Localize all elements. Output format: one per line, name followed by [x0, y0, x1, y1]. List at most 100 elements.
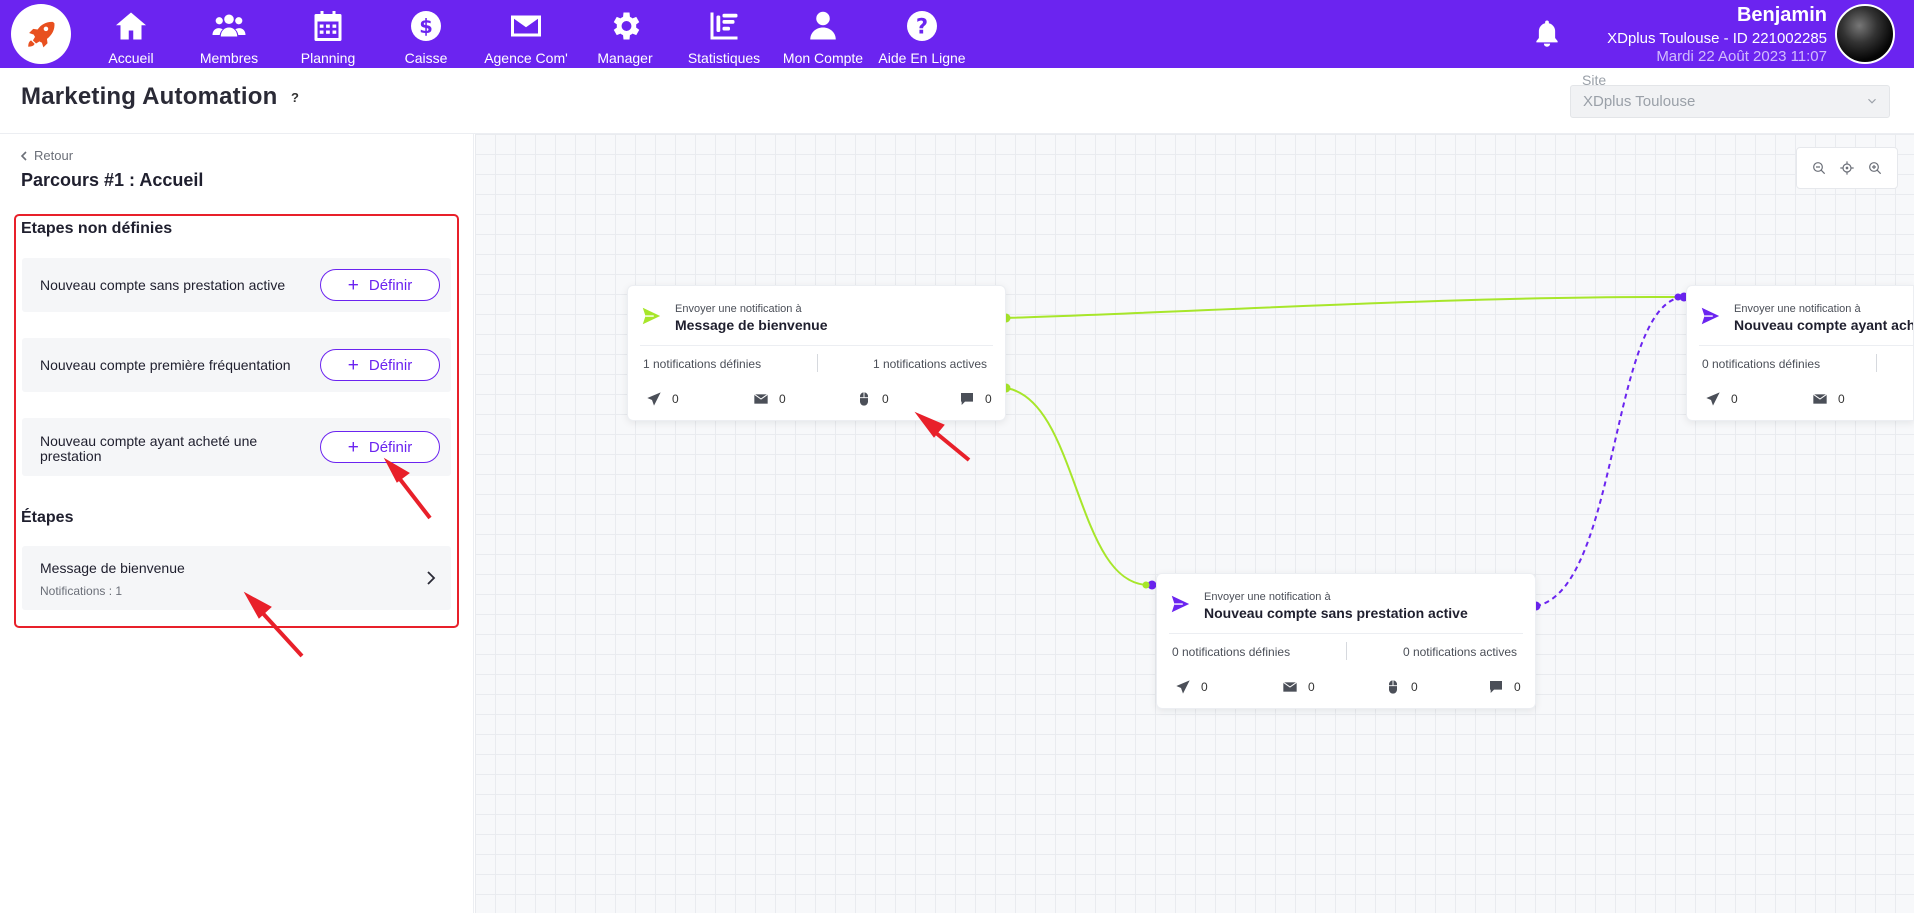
nav-label: Statistiques	[687, 50, 761, 66]
step-label: Message de bienvenue	[40, 560, 185, 576]
undefined-step-row: Nouveau compte première fréquentation + …	[22, 338, 451, 392]
users-icon	[212, 14, 246, 37]
calendar-icon	[314, 11, 342, 41]
back-link[interactable]: Retour	[20, 148, 73, 163]
help-icon[interactable]: ?	[291, 90, 299, 105]
paper-plane-icon	[647, 392, 661, 406]
stat-sent: 0	[1705, 391, 1738, 407]
mouse-icon	[1389, 680, 1397, 694]
undefined-step-label: Nouveau compte ayant acheté une prestati…	[40, 433, 258, 464]
define-button[interactable]: + Définir	[320, 269, 440, 301]
gear-icon	[613, 12, 640, 40]
home-icon	[116, 12, 146, 40]
nav-label: Planning	[300, 50, 356, 66]
nav-statistiques[interactable]: Statistiques	[675, 6, 773, 66]
site-select[interactable]: XDplus Toulouse	[1570, 85, 1890, 118]
node-vertical-divider	[1346, 642, 1347, 660]
stat-value: 0	[1308, 680, 1315, 694]
nav-label: Agence Com'	[484, 50, 568, 66]
nav-mon-compte[interactable]: Mon Compte	[774, 6, 872, 66]
nav-caisse[interactable]: $ Caisse	[377, 6, 475, 66]
user-icon	[810, 11, 836, 40]
send-icon	[1701, 307, 1720, 325]
avatar[interactable]	[1835, 4, 1895, 64]
dollar-icon: $	[411, 11, 441, 41]
node-action-label: Envoyer une notification à	[675, 303, 802, 315]
nav-manager[interactable]: Manager	[576, 6, 674, 66]
nav-agence-com[interactable]: Agence Com'	[477, 6, 575, 66]
workflow-node-nouveau-compte-ayant-achete[interactable]: Envoyer une notification à Nouveau compt…	[1686, 285, 1914, 421]
user-info: Benjamin XDplus Toulouse - ID 221002285 …	[1607, 3, 1827, 66]
undefined-step-label: Nouveau compte première fréquentation	[40, 357, 291, 373]
plus-icon: +	[347, 274, 359, 296]
step-row-message-de-bienvenue[interactable]: Message de bienvenue Notifications : 1	[22, 546, 451, 610]
stat-replies: 0	[1488, 679, 1521, 695]
node-active-count: 0 notifications actives	[1402, 645, 1517, 659]
node-defined-count: 0 notifications définies	[1172, 645, 1291, 659]
nav-membres[interactable]: Membres	[180, 6, 278, 66]
paper-plane-icon	[1706, 392, 1720, 406]
node-defined-count: 0 notifications définies	[1702, 357, 1821, 371]
send-icon	[642, 307, 661, 325]
stat-clicks: 0	[1385, 679, 1418, 695]
node-defined-count: 1 notifications définies	[643, 357, 762, 371]
question-icon: ?	[907, 11, 937, 41]
bell-icon[interactable]	[1532, 17, 1562, 49]
stat-sent: 0	[646, 391, 679, 407]
comment-icon	[1490, 681, 1502, 693]
workflow-node-nouveau-compte-sans-prestation[interactable]: Envoyer une notification à Nouveau compt…	[1156, 573, 1536, 709]
zoom-out-icon[interactable]	[1811, 160, 1827, 176]
define-button[interactable]: + Définir	[320, 349, 440, 381]
comment-icon	[961, 393, 973, 405]
chevron-down-icon	[1868, 98, 1876, 104]
mouse-icon	[860, 392, 868, 406]
stat-opened: 0	[1812, 391, 1845, 407]
envelope-icon	[511, 15, 541, 37]
nav-label: Accueil	[108, 50, 154, 66]
recenter-icon[interactable]	[1839, 160, 1855, 176]
steps-heading: Étapes	[21, 509, 74, 526]
page-header: Marketing Automation ? Site XDplus Toulo…	[0, 68, 1914, 134]
send-icon	[1171, 595, 1190, 613]
nav-label: Caisse	[404, 50, 448, 66]
plus-icon: +	[347, 354, 359, 376]
node-action-label: Envoyer une notification à	[1734, 303, 1861, 315]
node-title: Nouveau compte ayant acheté une prestati…	[1734, 317, 1914, 333]
stat-value: 0	[1201, 680, 1208, 694]
nav-aide-en-ligne[interactable]: ? Aide En Ligne	[873, 6, 971, 66]
user-date: Mardi 22 Août 2023 11:07	[1656, 48, 1827, 65]
workflow-node-message-de-bienvenue[interactable]: Envoyer une notification à Message de bi…	[627, 285, 1006, 421]
node-title: Nouveau compte sans prestation active	[1204, 605, 1468, 621]
parcours-title: Parcours #1 : Accueil	[21, 170, 204, 190]
chevron-left-icon	[20, 150, 27, 161]
chart-icon	[710, 12, 738, 40]
svg-text:?: ?	[916, 15, 928, 39]
zoom-in-icon[interactable]	[1867, 160, 1883, 176]
node-vertical-divider	[1876, 354, 1877, 372]
svg-text:$: $	[419, 15, 433, 38]
define-label: Définir	[368, 276, 413, 294]
nav-accueil[interactable]: Accueil	[82, 6, 180, 66]
stat-clicks: 0	[856, 391, 889, 407]
stat-value: 0	[882, 392, 889, 406]
node-divider	[1699, 345, 1913, 346]
undefined-steps-heading: Etapes non définies	[21, 220, 173, 237]
stat-value: 0	[1838, 392, 1845, 406]
node-action-label: Envoyer une notification à	[1204, 591, 1331, 603]
nav-planning[interactable]: Planning	[279, 6, 377, 66]
workflow-canvas[interactable]	[475, 134, 1914, 913]
mail-check-icon	[1813, 393, 1827, 404]
define-label: Définir	[368, 356, 413, 374]
stat-value: 0	[1514, 680, 1521, 694]
undefined-step-row: Nouveau compte sans prestation active + …	[22, 258, 451, 312]
define-button[interactable]: + Définir	[320, 431, 440, 463]
step-notifications-count: Notifications : 1	[40, 584, 123, 598]
rocket-logo-icon[interactable]	[11, 4, 71, 64]
mail-check-icon	[754, 393, 768, 404]
stat-value: 0	[1411, 680, 1418, 694]
nav-label: Membres	[199, 50, 259, 66]
nav-label: Mon Compte	[782, 50, 864, 66]
stat-value: 0	[672, 392, 679, 406]
node-divider	[1169, 633, 1523, 634]
nav-label: Aide En Ligne	[878, 50, 966, 66]
